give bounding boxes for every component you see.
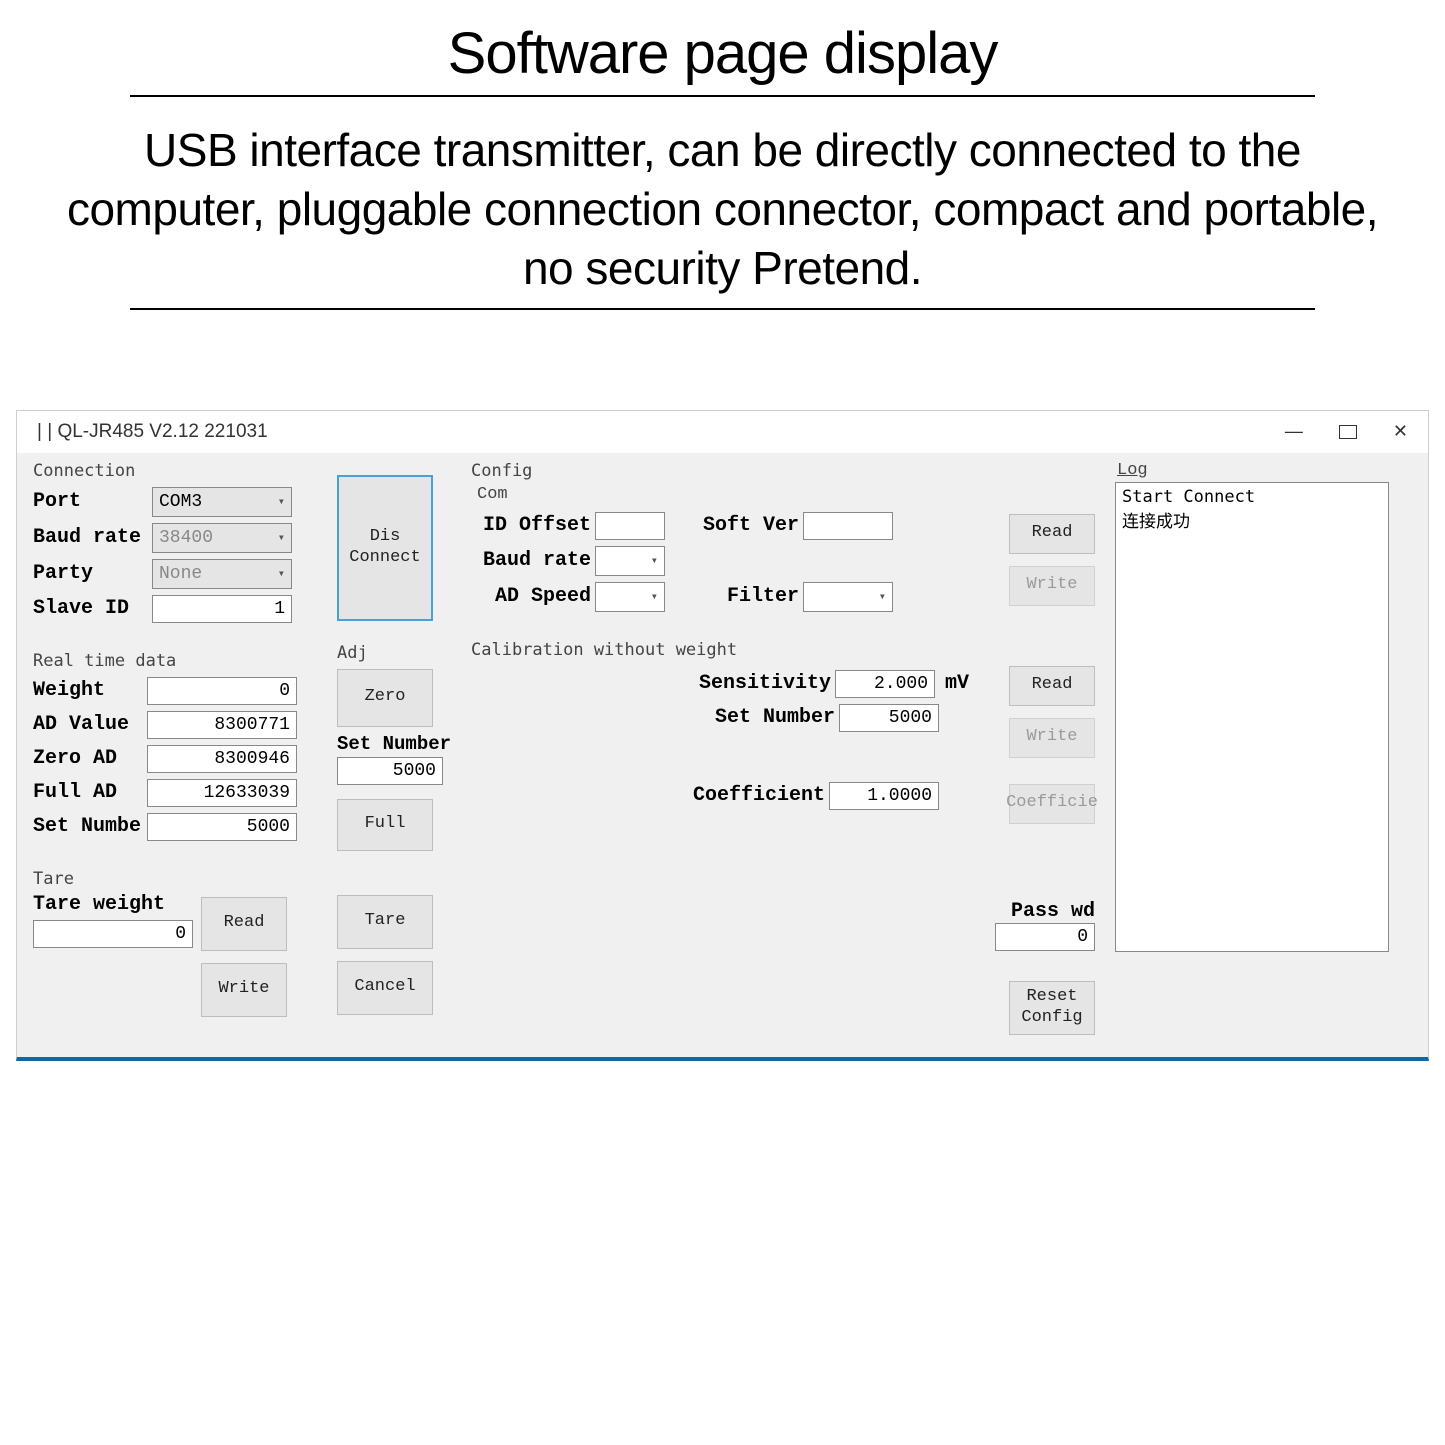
tare-panel: Tare Tare weight Read Write — [25, 863, 325, 1023]
port-label: Port — [33, 490, 148, 513]
soft-ver-label: Soft Ver — [689, 514, 799, 537]
reset-config-button[interactable]: Reset Config — [1009, 981, 1095, 1035]
soft-ver-input[interactable] — [803, 512, 893, 540]
chevron-down-icon: ▾ — [879, 589, 886, 604]
zero-ad-label: Zero AD — [33, 747, 143, 770]
sensitivity-label: Sensitivity — [699, 672, 831, 695]
cfg-baud-select[interactable]: ▾ — [595, 546, 665, 576]
id-offset-label: ID Offset — [471, 514, 591, 537]
password-input[interactable] — [995, 923, 1095, 951]
chevron-down-icon: ▾ — [278, 530, 285, 545]
ad-speed-label: AD Speed — [471, 585, 591, 608]
chevron-down-icon: ▾ — [278, 566, 285, 581]
cfg-baud-label: Baud rate — [471, 549, 591, 572]
password-label: Pass wd — [1011, 900, 1095, 923]
realtime-panel: Real time data Weight AD Value Zero AD — [25, 645, 325, 857]
weight-value — [147, 677, 297, 705]
port-value: COM3 — [159, 492, 202, 512]
zero-ad-value — [147, 745, 297, 773]
calib-read-button[interactable]: Read — [1009, 666, 1095, 706]
zero-button[interactable]: Zero — [337, 669, 433, 727]
log-output: Start Connect 连接成功 — [1115, 482, 1389, 952]
calibration-title: Calibration without weight — [471, 640, 1095, 660]
coefficient-input[interactable] — [829, 782, 939, 810]
config-com-sub: Com — [477, 485, 1095, 504]
filter-label: Filter — [689, 585, 799, 608]
sensitivity-unit: mV — [945, 672, 985, 695]
slave-id-input[interactable] — [152, 595, 292, 623]
filter-select[interactable]: ▾ — [803, 582, 893, 612]
adj-setnum-input[interactable] — [337, 757, 443, 785]
window-title: | | QL-JR485 V2.12 221031 — [37, 421, 268, 443]
page-description: USB interface transmitter, can be direct… — [60, 121, 1385, 298]
divider — [130, 95, 1315, 97]
coefficient-label: Coefficient — [693, 784, 825, 807]
tare-read-button[interactable]: Read — [201, 897, 287, 951]
config-panel: Config Com ID Offset Soft Ver Baud rate — [463, 455, 1103, 628]
calib-setnum-input[interactable] — [839, 704, 939, 732]
full-ad-label: Full AD — [33, 781, 143, 804]
disconnect-cell: Dis Connect — [329, 455, 459, 631]
disconnect-button[interactable]: Dis Connect — [337, 475, 433, 621]
baud-label: Baud rate — [33, 526, 148, 549]
calib-coeff-button[interactable]: Coefficie — [1009, 784, 1095, 824]
app-window: | | QL-JR485 V2.12 221031 — ✕ Connection… — [16, 410, 1429, 1061]
port-select[interactable]: COM3 ▾ — [152, 487, 292, 517]
config-title: Config — [471, 461, 1095, 481]
tare-button[interactable]: Tare — [337, 895, 433, 949]
maximize-icon[interactable] — [1339, 425, 1357, 439]
realtime-title: Real time data — [33, 651, 317, 671]
chevron-down-icon: ▾ — [278, 494, 285, 509]
tare-write-button[interactable]: Write — [201, 963, 287, 1017]
baud-value: 38400 — [159, 528, 213, 548]
cancel-button[interactable]: Cancel — [337, 961, 433, 1015]
divider — [130, 308, 1315, 310]
party-value: None — [159, 564, 202, 584]
party-select[interactable]: None ▾ — [152, 559, 292, 589]
tare-weight-input[interactable] — [33, 920, 193, 948]
log-panel: Log Start Connect 连接成功 — [1107, 455, 1397, 1045]
minimize-icon[interactable]: — — [1277, 417, 1311, 446]
tare-title: Tare — [33, 869, 317, 889]
calib-setnum-label: Set Number — [715, 706, 835, 729]
party-label: Party — [33, 562, 148, 585]
ad-speed-select[interactable]: ▾ — [595, 582, 665, 612]
config-write-button[interactable]: Write — [1009, 566, 1095, 606]
chevron-down-icon: ▾ — [651, 589, 658, 604]
baud-select[interactable]: 38400 ▾ — [152, 523, 292, 553]
connection-title: Connection — [33, 461, 317, 481]
calibration-panel: Calibration without weight Sensitivity m… — [463, 634, 1103, 834]
adj-setnum-label: Set Number — [337, 733, 451, 755]
sensitivity-input[interactable] — [835, 670, 935, 698]
weight-label: Weight — [33, 679, 143, 702]
password-panel: Pass wd Reset Config — [463, 840, 1103, 1045]
ad-value — [147, 711, 297, 739]
log-title: Log — [1117, 461, 1389, 480]
chevron-down-icon: ▾ — [651, 553, 658, 568]
ad-value-label: AD Value — [33, 713, 143, 736]
tare-weight-label: Tare weight — [33, 893, 193, 916]
connection-panel: Connection Port COM3 ▾ Baud rate 38400 ▾ — [25, 455, 325, 639]
titlebar: | | QL-JR485 V2.12 221031 — ✕ — [17, 411, 1428, 453]
close-icon[interactable]: ✕ — [1385, 417, 1416, 446]
id-offset-input[interactable] — [595, 512, 665, 540]
calib-write-button[interactable]: Write — [1009, 718, 1095, 758]
tare-extra-buttons: Tare Cancel — [329, 867, 459, 1025]
slave-id-label: Slave ID — [33, 597, 148, 620]
page-title: Software page display — [0, 20, 1445, 87]
full-button[interactable]: Full — [337, 799, 433, 851]
full-ad-value — [147, 779, 297, 807]
config-read-button[interactable]: Read — [1009, 514, 1095, 554]
adj-panel: Adj Zero Set Number Full — [329, 637, 459, 861]
rt-setnum-value — [147, 813, 297, 841]
rt-setnum-label: Set Numbe — [33, 815, 143, 838]
adj-title: Adj — [337, 643, 451, 663]
